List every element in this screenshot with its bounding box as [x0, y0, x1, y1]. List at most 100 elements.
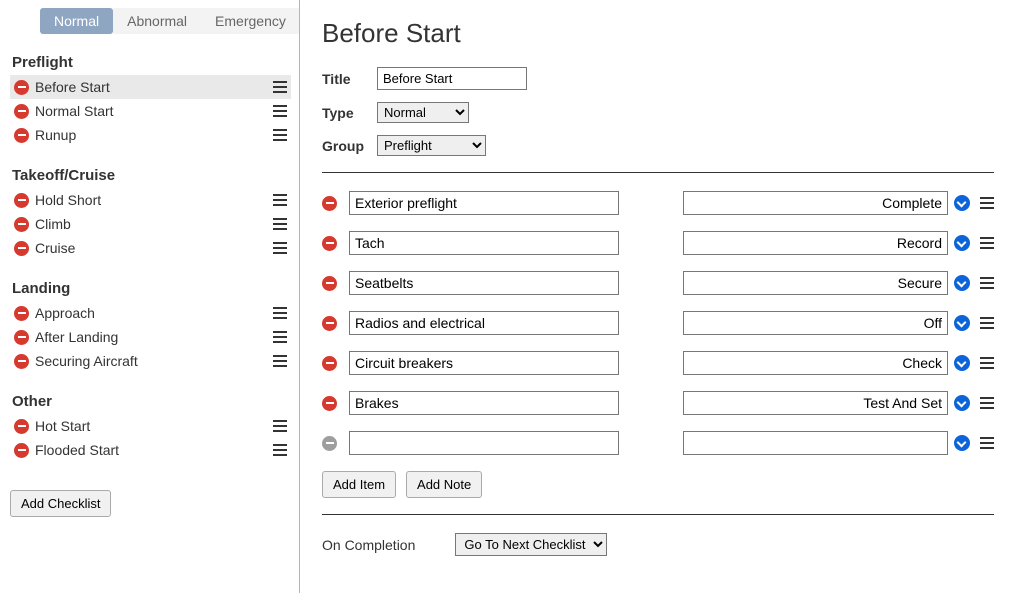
sidebar-item[interactable]: After Landing [10, 325, 291, 349]
drag-icon[interactable] [273, 218, 287, 230]
sidebar-item[interactable]: Before Start [10, 75, 291, 99]
checklist-item-row [322, 351, 994, 375]
remove-icon[interactable] [14, 217, 29, 232]
sidebar-item[interactable]: Runup [10, 123, 291, 147]
checklist-item-row [322, 231, 994, 255]
remove-icon[interactable] [14, 306, 29, 321]
title-label: Title [322, 71, 377, 87]
tab-abnormal[interactable]: Abnormal [113, 8, 201, 34]
group-header: Other [10, 387, 291, 414]
sidebar-item[interactable]: Hot Start [10, 414, 291, 438]
chevron-down-icon[interactable] [954, 355, 970, 371]
remove-icon[interactable] [14, 419, 29, 434]
remove-icon[interactable] [322, 396, 337, 411]
chevron-down-icon[interactable] [954, 235, 970, 251]
drag-icon[interactable] [273, 307, 287, 319]
main-panel: Before Start Title Type NormalAbnormalEm… [300, 0, 1024, 593]
remove-icon[interactable] [322, 436, 337, 451]
sidebar-item[interactable]: Approach [10, 301, 291, 325]
drag-icon[interactable] [273, 129, 287, 141]
sidebar-item[interactable]: Hold Short [10, 188, 291, 212]
completion-label: On Completion [322, 537, 415, 553]
add-note-button[interactable]: Add Note [406, 471, 482, 498]
drag-icon[interactable] [980, 397, 994, 409]
checklist-item-row [322, 191, 994, 215]
item-value-input[interactable] [683, 311, 948, 335]
remove-icon[interactable] [14, 330, 29, 345]
sidebar-item-label: Hot Start [35, 418, 269, 434]
drag-icon[interactable] [273, 444, 287, 456]
drag-icon[interactable] [980, 277, 994, 289]
sidebar-item[interactable]: Cruise [10, 236, 291, 260]
title-input[interactable] [377, 67, 527, 90]
sidebar-item-label: Before Start [35, 79, 269, 95]
sidebar: NormalAbnormalEmergency PreflightBefore … [0, 0, 300, 593]
group-select[interactable]: PreflightTakeoff/CruiseLandingOther [377, 135, 486, 156]
item-value-input[interactable] [683, 191, 948, 215]
item-value-input[interactable] [683, 431, 948, 455]
chevron-down-icon[interactable] [954, 435, 970, 451]
remove-icon[interactable] [322, 356, 337, 371]
sidebar-item-label: Climb [35, 216, 269, 232]
sidebar-item[interactable]: Securing Aircraft [10, 349, 291, 373]
sidebar-item[interactable]: Climb [10, 212, 291, 236]
drag-icon[interactable] [273, 420, 287, 432]
tab-normal[interactable]: Normal [40, 8, 113, 34]
type-label: Type [322, 105, 377, 121]
chevron-down-icon[interactable] [954, 315, 970, 331]
drag-icon[interactable] [980, 197, 994, 209]
remove-icon[interactable] [322, 236, 337, 251]
drag-icon[interactable] [273, 105, 287, 117]
drag-icon[interactable] [980, 357, 994, 369]
remove-icon[interactable] [322, 196, 337, 211]
chevron-down-icon[interactable] [954, 195, 970, 211]
sidebar-item[interactable]: Normal Start [10, 99, 291, 123]
completion-select[interactable]: Go To Next Checklist [455, 533, 607, 556]
add-checklist-button[interactable]: Add Checklist [10, 490, 111, 517]
add-item-button[interactable]: Add Item [322, 471, 396, 498]
drag-icon[interactable] [980, 437, 994, 449]
remove-icon[interactable] [14, 128, 29, 143]
item-name-input[interactable] [349, 231, 619, 255]
item-name-input[interactable] [349, 431, 619, 455]
tab-emergency[interactable]: Emergency [201, 8, 300, 34]
sidebar-groups: PreflightBefore StartNormal StartRunupTa… [10, 48, 291, 476]
checklist-items [322, 191, 994, 455]
drag-icon[interactable] [273, 194, 287, 206]
drag-icon[interactable] [273, 355, 287, 367]
item-name-input[interactable] [349, 191, 619, 215]
remove-icon[interactable] [14, 193, 29, 208]
checklist-item-row [322, 271, 994, 295]
remove-icon[interactable] [14, 104, 29, 119]
sidebar-item-label: Securing Aircraft [35, 353, 269, 369]
sidebar-item[interactable]: Flooded Start [10, 438, 291, 462]
item-name-input[interactable] [349, 351, 619, 375]
remove-icon[interactable] [14, 80, 29, 95]
remove-icon[interactable] [14, 443, 29, 458]
remove-icon[interactable] [14, 241, 29, 256]
checklist-item-row [322, 311, 994, 335]
drag-icon[interactable] [273, 331, 287, 343]
drag-icon[interactable] [273, 81, 287, 93]
drag-icon[interactable] [980, 237, 994, 249]
item-name-input[interactable] [349, 311, 619, 335]
group-header: Landing [10, 274, 291, 301]
chevron-down-icon[interactable] [954, 275, 970, 291]
divider [322, 514, 994, 515]
item-name-input[interactable] [349, 271, 619, 295]
drag-icon[interactable] [273, 242, 287, 254]
remove-icon[interactable] [14, 354, 29, 369]
sidebar-item-label: After Landing [35, 329, 269, 345]
item-value-input[interactable] [683, 231, 948, 255]
item-value-input[interactable] [683, 351, 948, 375]
item-name-input[interactable] [349, 391, 619, 415]
sidebar-item-label: Hold Short [35, 192, 269, 208]
item-value-input[interactable] [683, 391, 948, 415]
remove-icon[interactable] [322, 276, 337, 291]
checklist-item-row [322, 391, 994, 415]
item-value-input[interactable] [683, 271, 948, 295]
chevron-down-icon[interactable] [954, 395, 970, 411]
remove-icon[interactable] [322, 316, 337, 331]
type-select[interactable]: NormalAbnormalEmergency [377, 102, 469, 123]
drag-icon[interactable] [980, 317, 994, 329]
